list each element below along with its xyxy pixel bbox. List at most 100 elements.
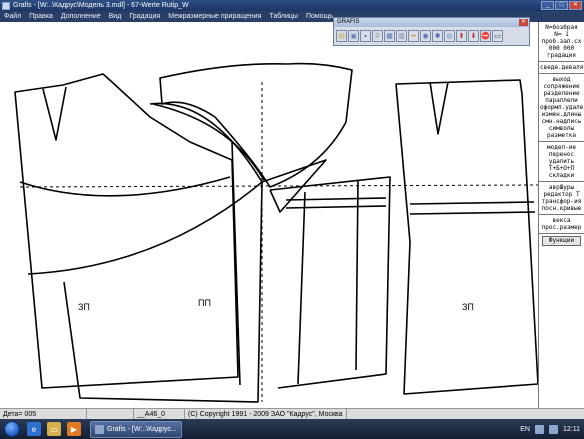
status-bar: Дета= 005 __А46_0 (C) Copyright 1991 - 2… <box>0 408 584 419</box>
right-dart <box>429 81 449 135</box>
panel-command[interactable]: перенос <box>540 151 583 158</box>
system-tray: EN 12:11 <box>520 419 580 439</box>
download-icon[interactable]: ⬇ <box>468 30 479 42</box>
folder-icon[interactable]: ▭ <box>47 422 61 436</box>
panel-tools-block: выход сопряжение разделение параллели оф… <box>539 74 584 142</box>
panel-editor-block: аврШуры редактор T трансфор-ия посн.крив… <box>539 182 584 215</box>
panel-command[interactable]: аврШуры <box>540 184 583 191</box>
grafis-toolbar[interactable]: GRAFIS ✕ ▤ ▣ ▪ ⚲ ▦ ▥ ━ ◉ ✱ ◎ ⬆ ⬇ ⛔ ▭ <box>333 17 530 46</box>
pattern-drawing <box>14 62 538 403</box>
panel-size-block: векса прос.размер <box>539 215 584 234</box>
menu-grading[interactable]: Градация <box>125 13 164 20</box>
panel-line: N= 1 <box>554 31 569 38</box>
export-icon[interactable]: ◎ <box>444 30 455 42</box>
panel-command[interactable]: сопряжение <box>540 83 583 90</box>
toolbar-title: GRAFIS <box>337 19 360 25</box>
right-back-piece-outline <box>395 79 538 395</box>
panel-command[interactable]: смн.надпись <box>540 118 583 125</box>
piece-label-right: ЗП <box>462 302 474 312</box>
save-icon[interactable]: ▪ <box>360 30 371 42</box>
app-icon <box>2 1 10 10</box>
command-panel: N=бозбрая N= 1 проб.зап.сх 000 000 града… <box>538 22 584 408</box>
panel-line[interactable]: градация <box>540 52 583 59</box>
left-dart <box>42 86 67 141</box>
status-empty <box>87 409 134 419</box>
internet-explorer-icon[interactable]: e <box>27 422 41 436</box>
front-right-stitch <box>285 197 387 201</box>
piece-label-left: ЗП <box>78 302 90 312</box>
front-right-seam <box>355 179 359 371</box>
title-bar: Grafis - [W:..\Кадрус\Модель 3.mdl] - 67… <box>0 0 584 11</box>
menu-file[interactable]: Файл <box>0 13 25 20</box>
panel-command[interactable]: оформл.удаление <box>540 104 583 111</box>
window-controls: _ □ ✕ <box>541 1 582 10</box>
panel-command[interactable]: трансфор-ия <box>540 198 583 205</box>
grid-icon[interactable]: ▥ <box>396 30 407 42</box>
language-indicator[interactable]: EN <box>520 426 530 433</box>
grafis-app-icon <box>95 424 104 434</box>
status-detail: Дета= 005 <box>0 409 87 419</box>
toolbar-icon-row: ▤ ▣ ▪ ⚲ ▦ ▥ ━ ◉ ✱ ◎ ⬆ ⬇ ⛔ ▭ <box>334 27 529 45</box>
volume-icon[interactable] <box>549 424 558 434</box>
clock[interactable]: 12:11 <box>563 426 580 433</box>
menu-view[interactable]: Вид <box>105 13 126 20</box>
functions-button[interactable]: Функции <box>542 236 581 246</box>
panel-command[interactable]: разметка <box>540 132 583 139</box>
upload-icon[interactable]: ⬆ <box>456 30 467 42</box>
monitor-icon[interactable]: ▭ <box>492 30 503 42</box>
zoom-icon[interactable]: ◉ <box>420 30 431 42</box>
front-seam-line <box>231 141 241 386</box>
taskbar-grafis-label: Grafis - [W:..\Кадрус... <box>107 425 177 433</box>
right-hip-line <box>409 201 535 205</box>
ruler-icon[interactable]: ━ <box>408 30 419 42</box>
front-waist-curve <box>152 103 265 181</box>
open-icon[interactable]: ▤ <box>336 30 347 42</box>
panel-command[interactable]: складки <box>540 172 583 179</box>
panel-command[interactable]: векса <box>540 217 583 224</box>
status-coords: __А46_0 <box>134 409 185 419</box>
drawing-canvas[interactable]: ЗП ПП ЗП <box>0 22 538 408</box>
menu-help[interactable]: Помощь <box>302 13 337 20</box>
menu-size-increments[interactable]: Межразмерные приращения <box>164 13 265 20</box>
menu-edit[interactable]: Правка <box>25 13 57 20</box>
panel-command[interactable]: измен.длины <box>540 111 583 118</box>
search-icon[interactable]: ⚲ <box>372 30 383 42</box>
panel-details-block: сведе.деваля <box>539 62 584 74</box>
panel-info-block: N=бозбрая N= 1 проб.зап.сх 000 000 града… <box>539 22 584 62</box>
panel-command[interactable]: выход <box>540 76 583 83</box>
panel-command[interactable]: разделение <box>540 90 583 97</box>
settings-icon[interactable]: ✱ <box>432 30 443 42</box>
menu-addition[interactable]: Дополнение <box>57 13 105 20</box>
panel-command[interactable]: символы <box>540 125 583 132</box>
panel-command[interactable]: посн.кривые <box>540 205 583 212</box>
panel-command[interactable]: прос.размер <box>540 224 583 231</box>
panel-command[interactable]: редактор T <box>540 191 583 198</box>
status-copyright: (C) Copyright 1991 - 2009 ЗАО "Кадрус", … <box>185 409 347 419</box>
panel-command[interactable]: параллели <box>540 97 583 104</box>
toolbar-title-bar[interactable]: GRAFIS ✕ <box>334 18 529 27</box>
panel-modeling-block: модел-ие перенос удалить Т+Б+О+П складки <box>539 142 584 182</box>
right-hip-line-2 <box>409 211 536 215</box>
menu-tables[interactable]: Таблицы <box>265 13 302 20</box>
panel-line[interactable]: сведе.деваля <box>540 64 583 71</box>
taskbar: e ▭ ▶ Grafis - [W:..\Кадрус... EN 12:11 <box>0 419 584 439</box>
minimize-button[interactable]: _ <box>541 1 554 10</box>
window-title: Grafis - [W:..\Кадрус\Модель 3.mdl] - 67… <box>13 2 189 9</box>
taskbar-grafis-button[interactable]: Grafis - [W:..\Кадрус... <box>90 420 182 438</box>
panel-line: N=бозбрая <box>545 24 578 31</box>
panel-command[interactable]: удалить <box>540 158 583 165</box>
stop-icon[interactable]: ⛔ <box>480 30 491 42</box>
maximize-button[interactable]: □ <box>555 1 568 10</box>
panel-line: проб.зап.сх <box>541 38 582 45</box>
toolbar-close-button[interactable]: ✕ <box>519 19 528 26</box>
start-button[interactable] <box>4 421 20 437</box>
hip-dash-line <box>19 184 538 188</box>
network-icon[interactable] <box>535 424 544 434</box>
table-icon[interactable]: ▦ <box>384 30 395 42</box>
media-player-icon[interactable]: ▶ <box>67 422 81 436</box>
open-model-icon[interactable]: ▣ <box>348 30 359 42</box>
panel-line: 000 000 <box>548 45 575 52</box>
panel-command[interactable]: модел-ие <box>540 144 583 151</box>
panel-command[interactable]: Т+Б+О+П <box>540 165 583 172</box>
close-button[interactable]: ✕ <box>569 1 582 10</box>
